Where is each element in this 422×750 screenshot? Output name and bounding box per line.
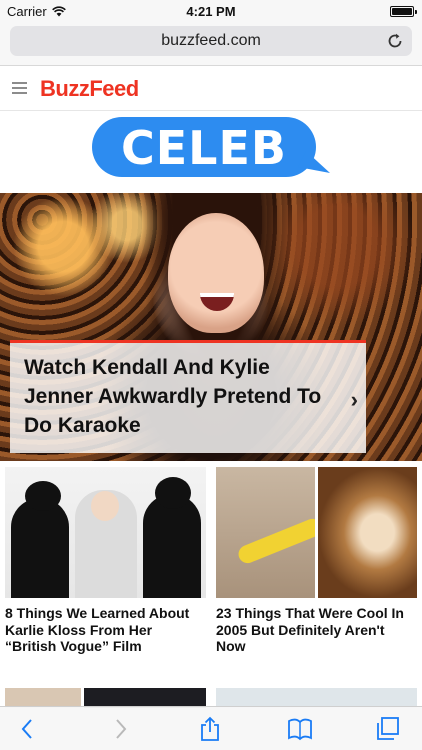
article-thumbnail[interactable] — [84, 688, 206, 708]
chevron-right-icon: › — [350, 387, 358, 412]
status-bar: Carrier 4:21 PM — [0, 0, 422, 22]
battery-icon — [390, 6, 417, 17]
article-thumbnail[interactable] — [216, 688, 417, 708]
browser-address-area: buzzfeed.com — [0, 22, 422, 66]
share-icon[interactable] — [196, 715, 224, 743]
article-title[interactable]: 8 Things We Learned About Karlie Kloss F… — [5, 605, 206, 655]
url-text[interactable]: buzzfeed.com — [10, 32, 412, 50]
article-card[interactable]: 23 Things That Were Cool In 2005 But Def… — [216, 467, 417, 655]
article-thumbnail[interactable] — [5, 688, 81, 708]
article-title[interactable]: 23 Things That Were Cool In 2005 But Def… — [216, 605, 417, 655]
tabs-icon[interactable] — [374, 715, 402, 743]
browser-toolbar — [0, 706, 422, 750]
hamburger-icon[interactable] — [12, 82, 27, 95]
next-articles-row — [0, 688, 422, 708]
reload-icon[interactable] — [386, 32, 404, 50]
site-header: BuzzFeed — [0, 67, 422, 111]
hero-caption[interactable]: Watch Kendall And Kylie Jenner Awkwardly… — [10, 340, 366, 453]
forward-icon[interactable] — [106, 715, 134, 743]
celeb-section-logo[interactable]: CELEB — [92, 117, 330, 177]
address-bar[interactable]: buzzfeed.com — [10, 26, 412, 56]
hero-article[interactable]: Watch Kendall And Kylie Jenner Awkwardly… — [0, 193, 422, 461]
article-thumbnail[interactable] — [5, 467, 206, 598]
article-thumbnail[interactable] — [216, 467, 417, 598]
hero-title[interactable]: Watch Kendall And Kylie Jenner Awkwardly… — [24, 353, 334, 440]
svg-text:CELEB: CELEB — [121, 121, 287, 175]
buzzfeed-logo[interactable]: BuzzFeed — [40, 76, 139, 102]
article-card[interactable]: 8 Things We Learned About Karlie Kloss F… — [5, 467, 206, 655]
status-time: 4:21 PM — [186, 4, 236, 19]
bookmarks-icon[interactable] — [286, 715, 314, 743]
back-icon[interactable] — [14, 715, 42, 743]
